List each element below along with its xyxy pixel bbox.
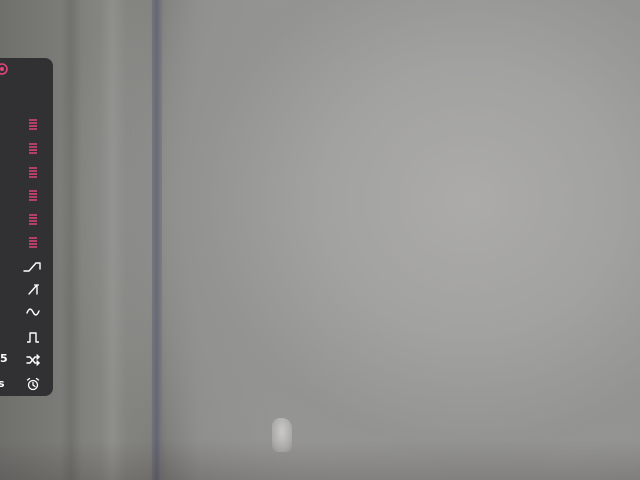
list-icon[interactable] — [23, 114, 43, 134]
curtain-fold — [60, 0, 82, 480]
list-icon[interactable] — [23, 232, 43, 252]
square-wave-icon[interactable] — [23, 327, 43, 347]
floor-shadow — [0, 440, 640, 480]
square-wave-value: 5 — [0, 352, 8, 365]
list-icon[interactable] — [23, 209, 43, 229]
alarm-value: s — [0, 377, 5, 390]
list-icon[interactable] — [23, 185, 43, 205]
alarm-clock-icon[interactable] — [23, 374, 43, 394]
sine-wave-icon[interactable] — [23, 302, 43, 322]
camera-feed — [0, 0, 640, 480]
list-icon[interactable] — [23, 162, 43, 182]
shuffle-icon[interactable] — [23, 350, 43, 370]
sawtooth-icon[interactable] — [24, 279, 44, 299]
record-icon[interactable] — [0, 59, 12, 79]
curtain-fold — [100, 0, 126, 480]
list-icon[interactable] — [23, 138, 43, 158]
control-panel: 5 s — [0, 58, 53, 396]
curtain-rod — [152, 0, 162, 480]
ramp-up-icon[interactable] — [22, 256, 42, 276]
